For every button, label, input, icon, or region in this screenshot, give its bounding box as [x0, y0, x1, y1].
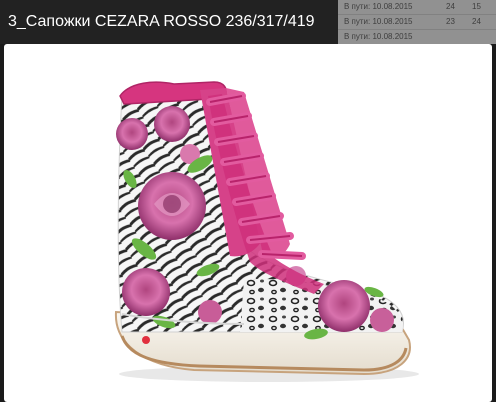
row-status: В пути: 10.08.2015	[344, 32, 413, 41]
row-qty	[446, 30, 472, 44]
row-qty: 24	[446, 2, 455, 11]
table-row: В пути: 10.08.2015 24 15	[338, 0, 496, 15]
lightbox-title: 3_Сапожки CEZARA ROSSO 236/317/419	[8, 13, 315, 30]
background-table: В пути: 10.08.2015 24 15 В пути: 10.08.2…	[338, 0, 496, 44]
boot-illustration	[114, 81, 419, 382]
row-extra	[472, 30, 496, 44]
row-qty: 23	[446, 17, 455, 26]
table-row: В пути: 10.08.2015	[338, 30, 496, 44]
row-status: В пути: 10.08.2015	[344, 17, 413, 26]
table-row: В пути: 10.08.2015 23 24	[338, 15, 496, 30]
row-extra: 15	[472, 2, 481, 11]
row-extra: 24	[472, 17, 481, 26]
product-photo[interactable]	[4, 44, 492, 402]
row-status: В пути: 10.08.2015	[344, 2, 413, 11]
